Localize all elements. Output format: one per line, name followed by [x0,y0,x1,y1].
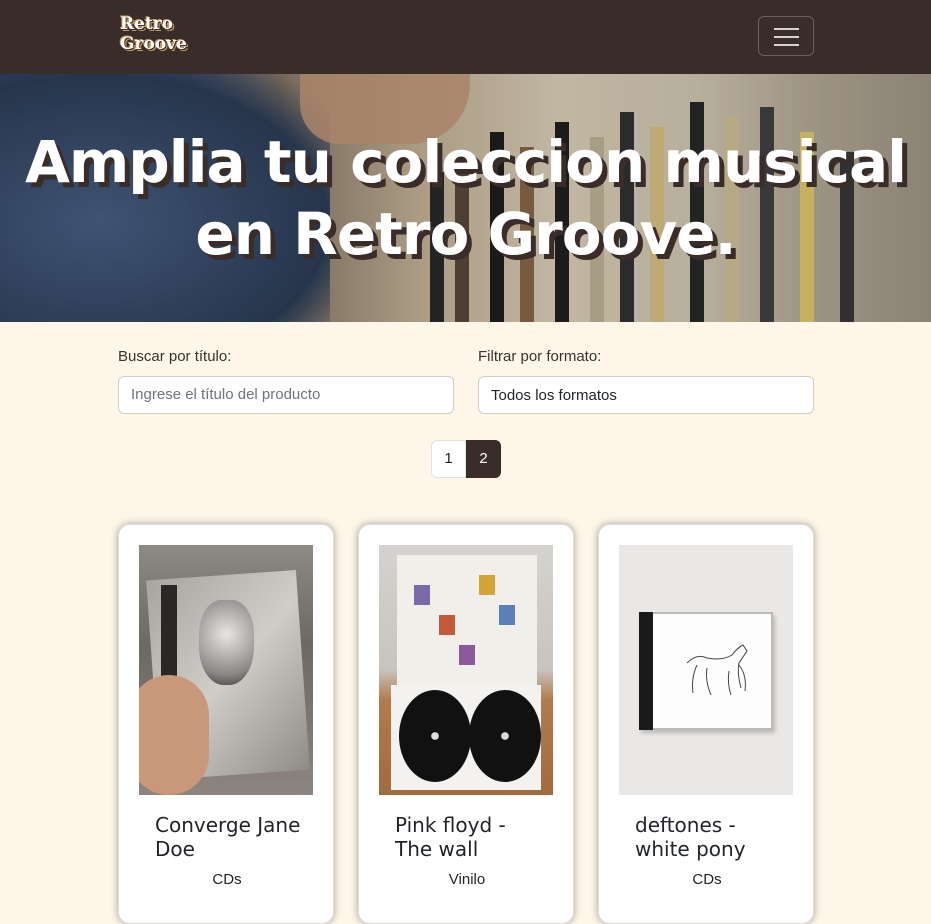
page-link-1[interactable]: 1 [431,440,466,478]
art-block [479,575,495,595]
product-card[interactable]: Converge Jane Doe CDs [118,524,334,924]
search-input[interactable] [118,376,454,414]
format-filter-label: Filtrar por formato: [478,348,602,365]
product-title: Pink floyd - The wall [395,813,506,861]
product-card[interactable]: Pink floyd - The wall Vinilo [358,524,574,924]
art-block [414,585,430,605]
hero-banner: Amplia tu coleccion musical en Retro Gro… [0,74,931,322]
format-select[interactable]: Todos los formatos [478,376,814,414]
pagination: 1 2 [431,440,501,478]
product-card[interactable]: deftones - white pony CDs [598,524,814,924]
vinyl-record-icon [469,690,541,782]
product-title: deftones - white pony [635,813,746,861]
search-field: Buscar por título: [118,348,454,414]
product-image-deftones [619,545,793,795]
hand-shape [139,675,209,795]
hamburger-icon [774,28,799,30]
menu-toggle-button[interactable] [758,16,814,56]
vinyl-record-icon [399,690,471,782]
format-filter-field: Filtrar por formato: Todos los formatos [478,348,814,414]
art-block [439,615,455,635]
logo-text-retro: Retro [120,14,174,34]
art-block [459,645,475,665]
logo-text-groove: Groove [120,34,187,54]
product-image-pink-floyd [379,545,553,795]
album-gatefold-shape [397,555,537,700]
product-image-converge [139,545,313,795]
art-block [499,605,515,625]
page-link-2[interactable]: 2 [466,440,501,478]
hamburger-icon-bar [774,36,799,38]
cover-face-shape [199,600,254,685]
hamburger-icon-bar [774,44,799,46]
horse-icon [686,644,748,696]
product-format: CDs [212,871,242,888]
product-format: Vinilo [448,871,486,888]
navbar: Retro Groove [0,0,931,74]
hero-headline: Amplia tu coleccion musical en Retro Gro… [24,128,907,268]
product-title: Converge Jane Doe [155,813,301,861]
search-label: Buscar por título: [118,348,232,365]
brand-logo[interactable]: Retro Groove [120,14,210,60]
cd-spine-shape [639,612,653,730]
product-format: CDs [692,871,722,888]
